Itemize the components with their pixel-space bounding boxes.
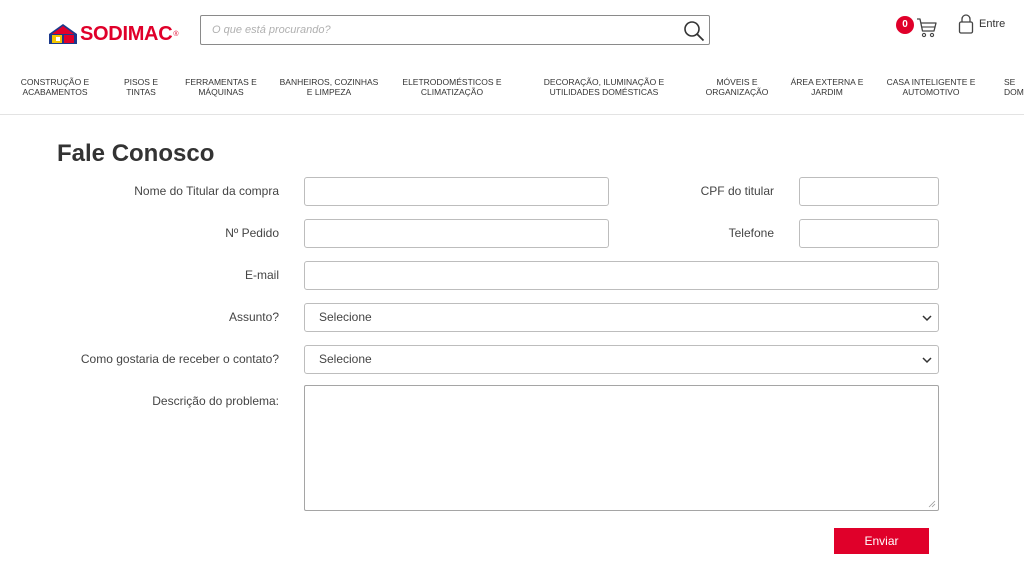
cpf-label: CPF do titular: [700, 184, 774, 198]
subject-select[interactable]: Selecione: [304, 303, 939, 332]
cart-icon: [917, 18, 937, 38]
nav-item-banheiros[interactable]: Banheiros, cozinhas e limpeza: [274, 77, 384, 97]
search-bar: [200, 15, 710, 45]
order-number-label: Nº Pedido: [225, 226, 279, 240]
nav-item-area-externa[interactable]: Área externa e jardim: [784, 77, 870, 97]
logo-house-icon: [49, 24, 77, 44]
resize-grip-icon[interactable]: [928, 500, 936, 508]
login-label: Entre: [979, 18, 1006, 30]
email-label: E-mail: [244, 268, 279, 282]
cart-button[interactable]: 0: [896, 14, 940, 38]
login-button[interactable]: Entre: [958, 12, 1005, 36]
nav-item-ferramentas[interactable]: Ferramentas e máquinas: [178, 77, 264, 97]
contact-method-select[interactable]: Selecione: [304, 345, 939, 374]
logo-text: SODIMAC: [80, 23, 173, 45]
cpf-field[interactable]: [799, 177, 939, 206]
header: SODIMAC ® 0 Entre: [0, 0, 1024, 60]
order-number-field[interactable]: [304, 219, 609, 248]
name-label: Nome do Titular da compra: [134, 184, 279, 198]
search-icon[interactable]: [683, 20, 705, 42]
logo-registered-mark: ®: [173, 30, 179, 38]
subject-select-value: Selecione: [319, 310, 372, 324]
description-label: Descrição do problema:: [152, 394, 279, 408]
page-title: Fale Conosco: [57, 140, 215, 167]
nav-item-decoracao[interactable]: Decoração, iluminação e utilidades domés…: [536, 77, 672, 97]
email-field[interactable]: [304, 261, 939, 290]
phone-label: Telefone: [728, 226, 774, 240]
cart-count-badge: 0: [896, 16, 914, 34]
phone-field[interactable]: [799, 219, 939, 248]
sodimac-logo[interactable]: SODIMAC ®: [48, 22, 179, 46]
nav-item-servicos[interactable]: Se dom: [1004, 77, 1024, 97]
name-field[interactable]: [304, 177, 609, 206]
search-input[interactable]: [202, 17, 672, 43]
nav-item-construcao[interactable]: Construção e acabamentos: [14, 77, 96, 97]
user-icon: [958, 14, 974, 34]
submit-button[interactable]: Enviar: [834, 528, 929, 554]
nav-item-pisos[interactable]: Pisos e tintas: [112, 77, 170, 97]
nav-item-moveis[interactable]: Móveis e organização: [698, 77, 776, 97]
chevron-down-icon: [922, 315, 932, 322]
subject-label: Assunto?: [228, 310, 279, 324]
description-textarea[interactable]: [304, 385, 939, 511]
nav-item-eletrodomesticos[interactable]: Eletrodomésticos e climatização: [394, 77, 510, 97]
chevron-down-icon: [922, 357, 932, 364]
contact-method-select-value: Selecione: [319, 352, 372, 366]
contact-method-label: Como gostaria de receber o contato?: [80, 352, 279, 366]
nav-item-casa-inteligente[interactable]: Casa inteligente e automotivo: [880, 77, 982, 97]
category-nav: Construção e acabamentos Pisos e tintas …: [0, 60, 1024, 115]
